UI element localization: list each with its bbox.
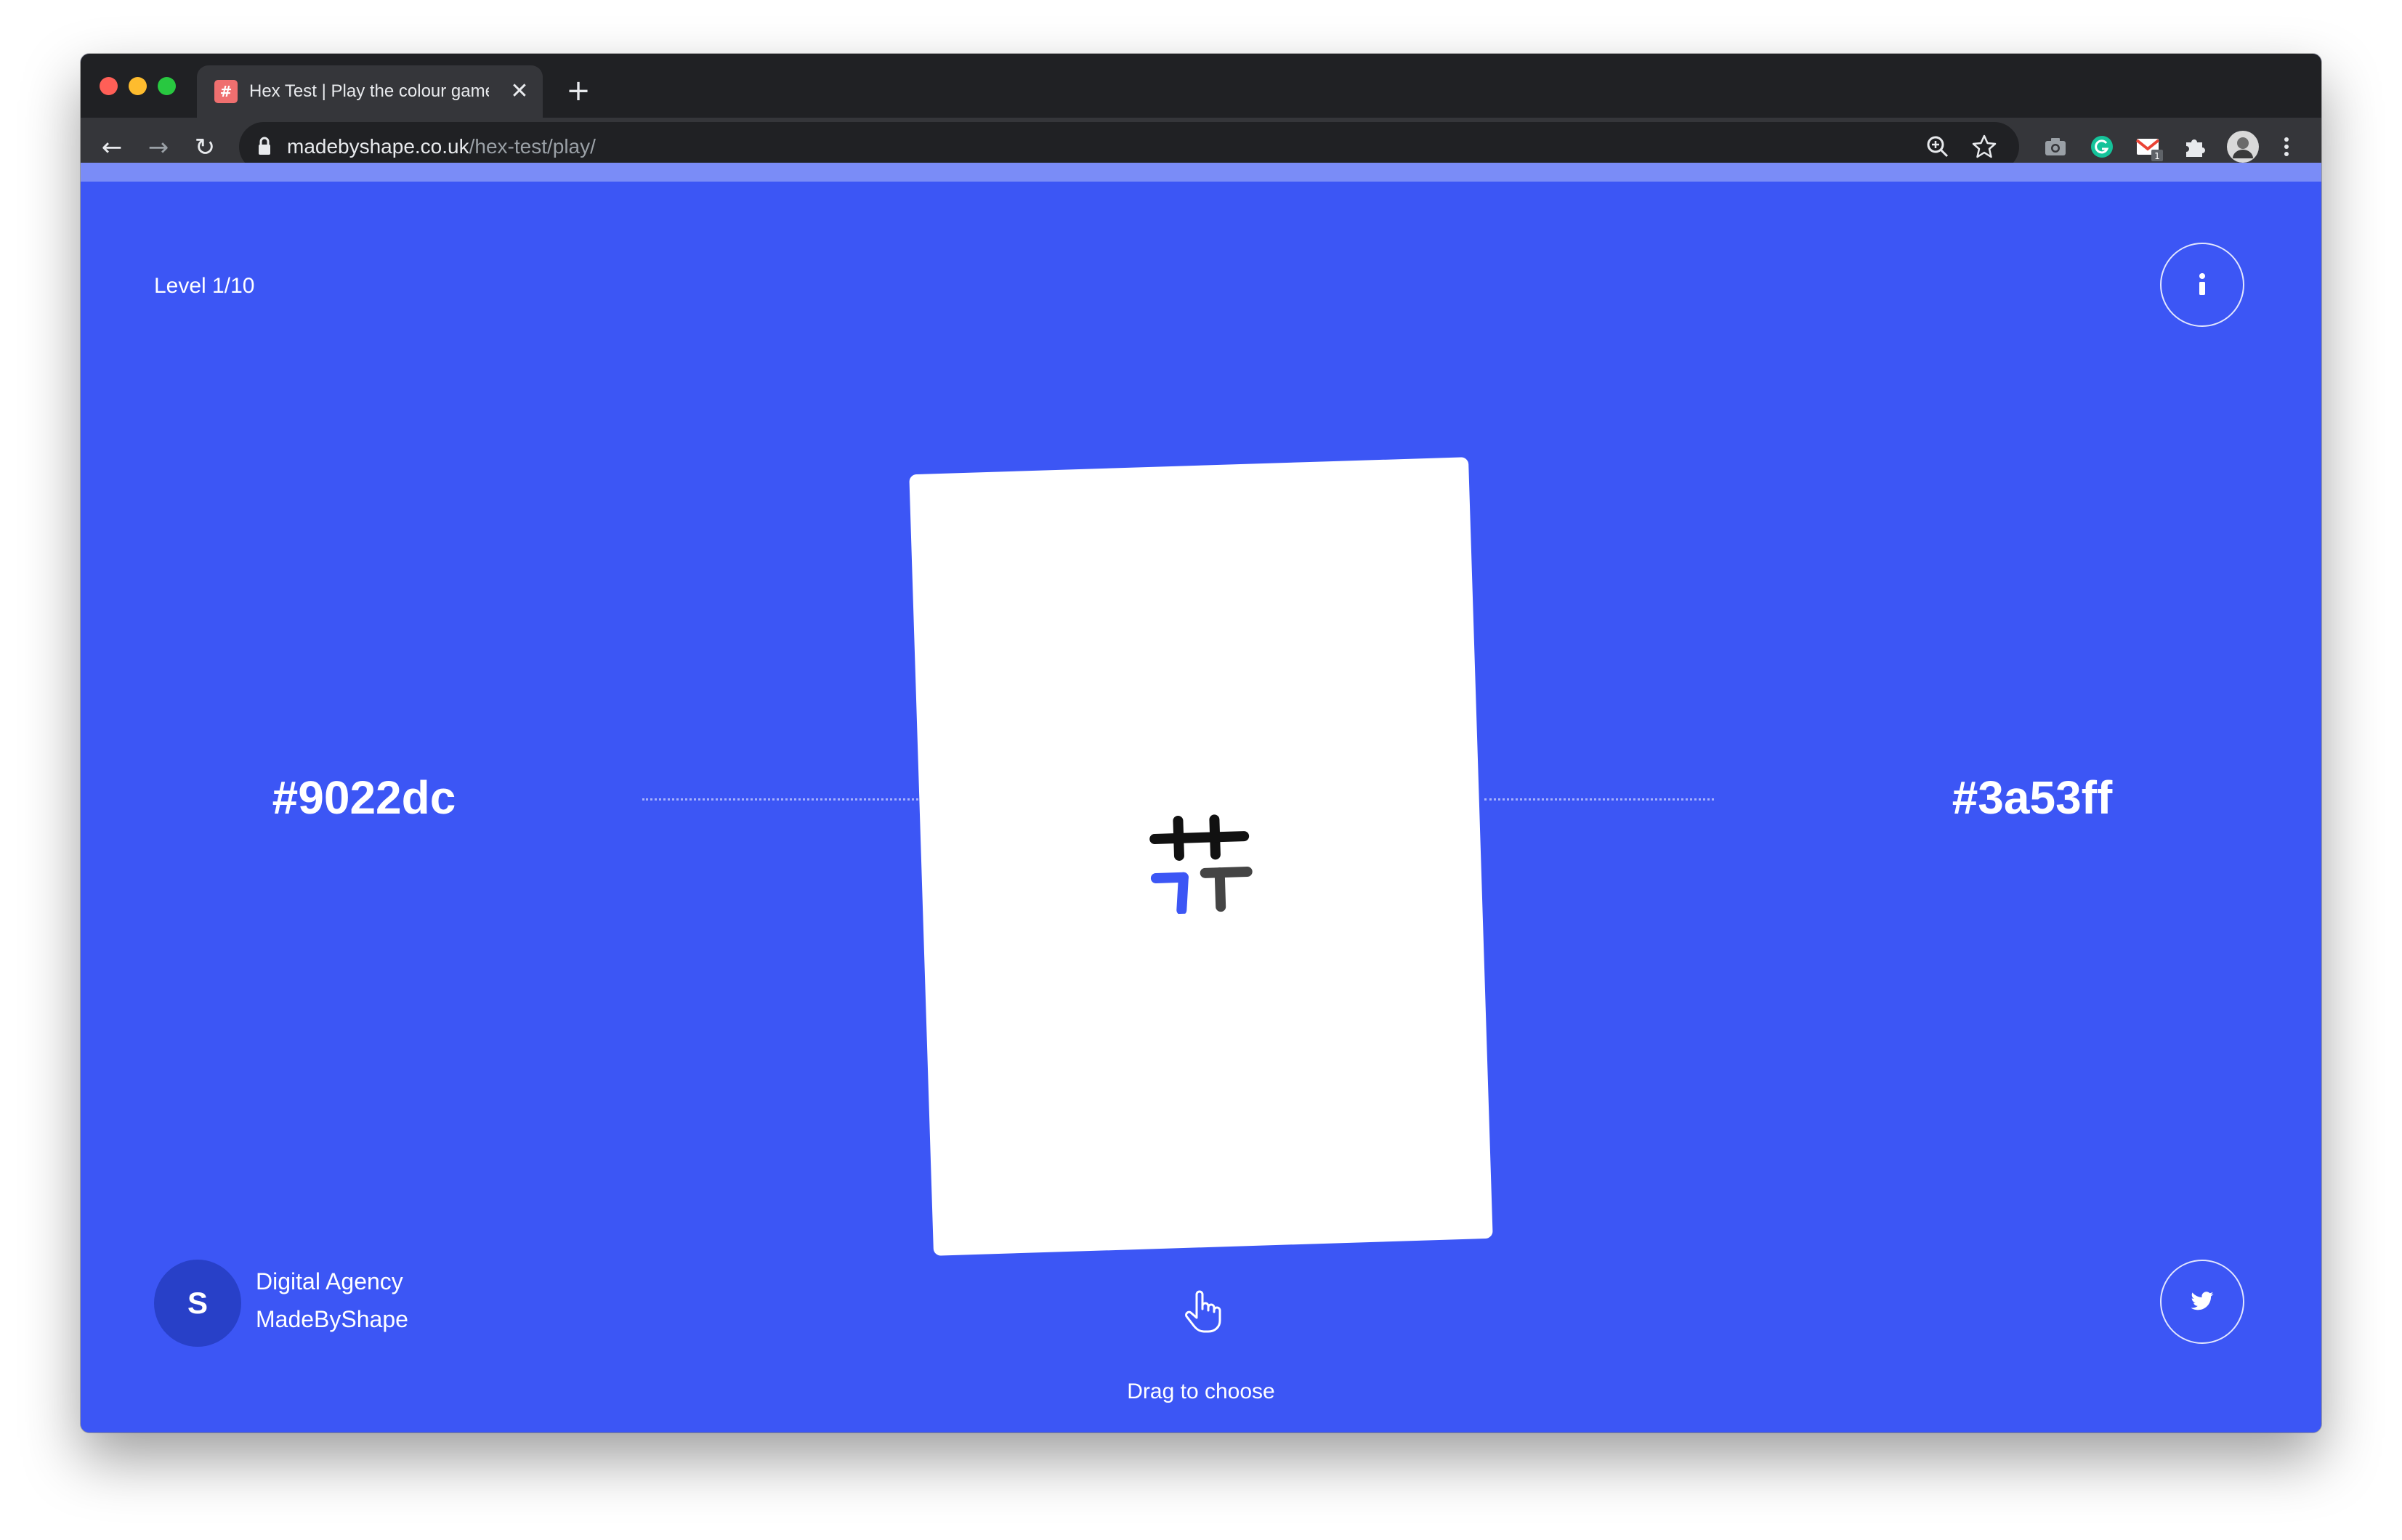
zoom-icon[interactable] — [1922, 131, 1954, 163]
swipe-card[interactable] — [909, 457, 1493, 1256]
camera-extension-icon[interactable] — [2039, 131, 2071, 163]
info-icon — [2199, 273, 2205, 295]
tab-bar: # Hex Test | Play the colour game ✕ + — [81, 54, 2321, 118]
favicon-icon: # — [214, 80, 238, 103]
url-host: madebyshape.co.uk — [287, 135, 469, 158]
puzzle-extensions-icon[interactable] — [2179, 131, 2211, 163]
agency-avatar: S — [154, 1260, 241, 1347]
agency-name: MadeByShape — [256, 1306, 408, 1332]
new-tab-button[interactable]: + — [562, 74, 595, 108]
extension-badge: 1 — [2154, 151, 2160, 161]
right-hex-option[interactable]: #3a53ff — [1843, 769, 2221, 827]
left-hex-option[interactable]: #9022dc — [175, 769, 553, 827]
info-button[interactable] — [2160, 243, 2244, 327]
gmail-extension-icon[interactable]: 1 — [2132, 131, 2164, 163]
back-icon[interactable]: ← — [92, 128, 132, 167]
twitter-icon — [2191, 1292, 2214, 1310]
grammarly-extension-icon[interactable] — [2086, 131, 2118, 163]
right-dotted-guide — [1484, 798, 1714, 801]
reload-icon[interactable]: ↻ — [185, 128, 225, 167]
hash-logo-icon — [1149, 814, 1253, 915]
game-page: Level 1/10 #9022dc #3a53ff Drag to choos… — [81, 163, 2321, 1432]
forward-icon[interactable]: → — [139, 128, 178, 167]
drag-hint: Drag to choose — [1127, 1379, 1275, 1403]
lock-icon — [259, 137, 270, 155]
tab-close-icon[interactable]: ✕ — [506, 78, 533, 105]
close-window-button[interactable] — [100, 77, 118, 95]
twitter-share-button[interactable] — [2160, 1260, 2244, 1344]
minimize-window-button[interactable] — [129, 77, 147, 95]
maximize-window-button[interactable] — [158, 77, 176, 95]
left-dotted-guide — [642, 798, 918, 801]
tab-hex-test[interactable]: # Hex Test | Play the colour game ✕ — [197, 65, 543, 118]
accent-strip — [81, 163, 2321, 182]
profile-avatar[interactable] — [2225, 129, 2260, 164]
bookmark-star-icon[interactable] — [1968, 131, 2000, 163]
menu-kebab-icon[interactable] — [2270, 131, 2302, 163]
agency-subtitle: Digital Agency — [256, 1268, 403, 1294]
level-indicator: Level 1/10 — [154, 274, 255, 298]
tab-title: Hex Test | Play the colour game — [249, 81, 489, 101]
url-path: /hex-test/play/ — [469, 135, 596, 158]
browser-window: # Hex Test | Play the colour game ✕ + ← … — [81, 54, 2321, 1432]
drag-hand-icon — [1185, 1290, 1221, 1333]
